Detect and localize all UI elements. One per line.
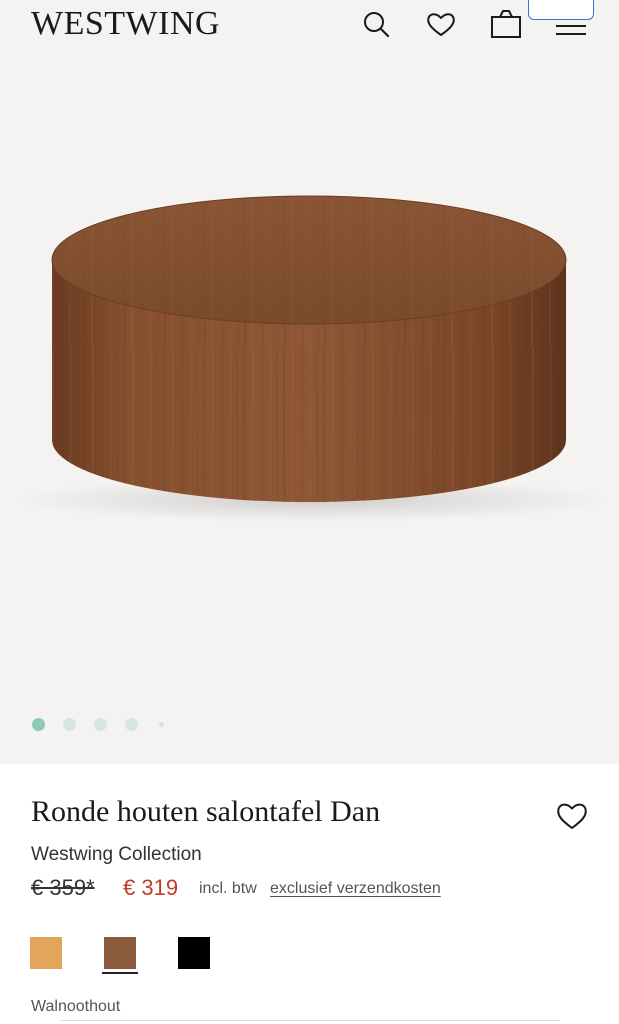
heart-icon[interactable]: [425, 8, 457, 40]
product-image-gallery[interactable]: [0, 48, 619, 764]
product-title: Ronde houten salontafel Dan: [31, 795, 381, 828]
swatch-black[interactable]: [178, 937, 210, 969]
vat-note: incl. btw: [199, 880, 257, 897]
selected-swatch-indicator: [102, 972, 138, 974]
search-icon[interactable]: [360, 8, 392, 40]
divider: [60, 1020, 560, 1021]
gallery-dot[interactable]: [32, 718, 45, 731]
westwing-logo[interactable]: WESTWING: [31, 4, 220, 44]
add-to-wishlist-button[interactable]: [554, 798, 590, 832]
gallery-dot[interactable]: [159, 722, 164, 727]
gallery-dot[interactable]: [94, 718, 107, 731]
gallery-dot[interactable]: [63, 718, 76, 731]
swatch-light-oak[interactable]: [30, 937, 62, 969]
coffee-table-image: [12, 195, 612, 522]
product-brand[interactable]: Westwing Collection: [31, 843, 202, 867]
focus-outline: [528, 0, 594, 20]
shopping-bag-icon[interactable]: [490, 8, 522, 40]
gallery-dot[interactable]: [125, 718, 138, 731]
heart-icon: [557, 803, 587, 829]
selected-variant-label: Walnoothout: [31, 998, 121, 1015]
site-header: WESTWING: [0, 0, 619, 48]
swatch-walnut[interactable]: [104, 937, 136, 969]
original-price: € 359*: [31, 875, 95, 900]
sale-price: € 319: [123, 875, 179, 900]
shipping-costs-link[interactable]: exclusief verzendkosten: [270, 879, 441, 899]
